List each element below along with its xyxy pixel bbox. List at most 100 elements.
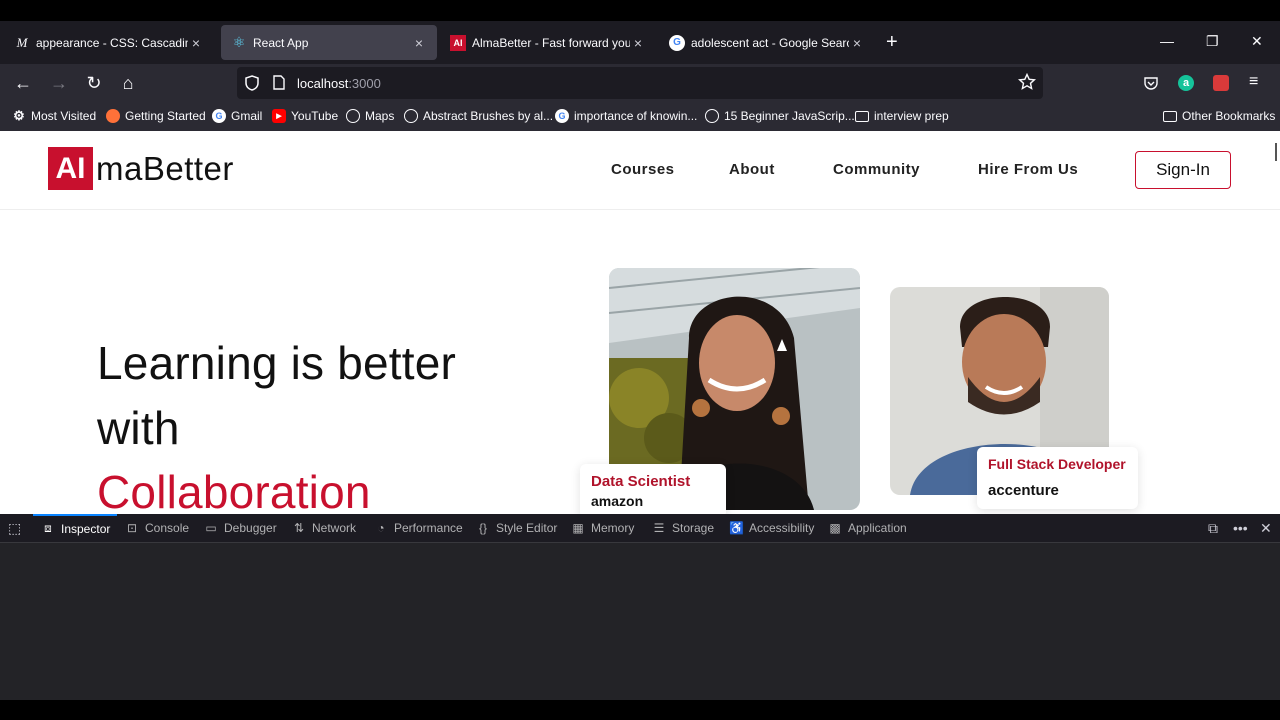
youtube-icon: ▶: [272, 109, 286, 123]
google-icon: G: [669, 34, 685, 51]
browser-window: M appearance - CSS: Cascading Style × ⚛ …: [0, 0, 1280, 720]
debugger-icon: ▭: [205, 521, 217, 535]
application-icon: ▩: [829, 521, 841, 535]
hero-line-2: with: [97, 402, 180, 454]
url-bar[interactable]: localhost:3000: [237, 67, 1043, 99]
navigation-toolbar: ← → ↻ ⌂ localhost:3000 a ≡: [0, 64, 1280, 102]
bookmark-abstract-brushes[interactable]: Abstract Brushes by al...: [404, 109, 553, 123]
devtools-tab-accessibility[interactable]: ♿ Accessibility: [729, 521, 814, 535]
back-button[interactable]: ←: [13, 73, 33, 93]
close-window-button[interactable]: ✕: [1251, 33, 1263, 50]
close-icon[interactable]: ×: [188, 35, 204, 51]
other-bookmarks[interactable]: Other Bookmarks: [1163, 109, 1275, 123]
bookmark-star-icon[interactable]: [1017, 72, 1037, 94]
nav-courses[interactable]: Courses: [611, 161, 675, 178]
page-icon: [273, 75, 285, 93]
tab-title: adolescent act - Google Search: [691, 35, 849, 50]
react-icon: ⚛: [232, 34, 246, 50]
tab-react-app[interactable]: ⚛ React App ×: [221, 25, 437, 60]
tab-strip: M appearance - CSS: Cascading Style × ⚛ …: [0, 21, 1280, 64]
menu-icon[interactable]: ≡: [1249, 73, 1258, 91]
data-scientist-tag: Data Scientist amazon: [580, 464, 726, 514]
bookmark-getting-started[interactable]: Getting Started: [106, 109, 206, 123]
bookmark-interview-prep[interactable]: interview prep: [855, 109, 949, 123]
close-icon[interactable]: ×: [630, 35, 646, 51]
bookmark-importance[interactable]: Gimportance of knowin...: [555, 109, 697, 123]
devtools-panel: ⬚ ⧈ Inspector ⊡ Console ▭ Debugger ⇅ Network…: [0, 514, 1280, 700]
globe-icon: [346, 109, 360, 123]
extension-icon[interactable]: [1213, 75, 1229, 91]
bookmark-youtube[interactable]: ▶ YouTube: [272, 109, 338, 123]
storage-icon: ☰: [653, 521, 665, 535]
google-icon: G: [212, 109, 226, 123]
devtools-tab-memory[interactable]: ▦ Memory: [571, 521, 634, 535]
company-label: accenture: [988, 482, 1059, 499]
devtools-tab-performance[interactable]: ◔ Performance: [374, 521, 462, 535]
bookmarks-toolbar: ⚙ Most Visited Getting Started G Gmail ▶ Yo…: [0, 102, 1280, 131]
sign-in-button[interactable]: Sign-In: [1135, 151, 1231, 189]
home-button[interactable]: ⌂: [118, 73, 138, 93]
devtools-tab-application[interactable]: ▩ Application: [828, 521, 906, 535]
devtools-tab-console[interactable]: ⊡ Console: [125, 521, 189, 535]
new-tab-button[interactable]: +: [886, 30, 898, 54]
bookmark-maps[interactable]: Maps: [346, 109, 394, 123]
logo-text: maBetter: [96, 149, 234, 187]
tab-title: appearance - CSS: Cascading Style: [36, 35, 188, 50]
almabetter-logo[interactable]: AI maBetter: [48, 147, 234, 190]
console-icon: ⊡: [126, 521, 138, 535]
google-icon: G: [555, 109, 569, 123]
forward-button[interactable]: →: [49, 73, 69, 93]
mouse-cursor: [777, 339, 787, 351]
role-label: Full Stack Developer: [988, 456, 1126, 472]
devtools-tab-storage[interactable]: ☰ Storage: [652, 521, 714, 535]
folder-icon: [855, 110, 869, 122]
inspector-icon: ⧈: [44, 521, 52, 535]
style-editor-icon: {}: [478, 521, 487, 535]
minimize-button[interactable]: —: [1160, 33, 1174, 49]
mdn-icon: M: [16, 34, 28, 50]
full-stack-developer-tag: Full Stack Developer accenture: [977, 447, 1138, 509]
more-options-icon[interactable]: •••: [1233, 520, 1248, 536]
performance-icon: ◔: [377, 521, 385, 535]
memory-icon: ▦: [572, 521, 584, 535]
tab-title: React App: [253, 35, 309, 50]
close-icon[interactable]: ×: [411, 35, 427, 51]
firefox-icon: [106, 109, 120, 123]
pocket-icon[interactable]: [1143, 75, 1159, 96]
globe-icon: [404, 109, 418, 123]
nav-hire-from-us[interactable]: Hire From Us: [978, 161, 1078, 178]
bookmark-gmail[interactable]: G Gmail: [212, 109, 262, 123]
bookmark-javascript[interactable]: 15 Beginner JavaScrip...: [705, 109, 855, 123]
hero-line-3: Collaboration: [97, 466, 371, 514]
tab-almabetter[interactable]: AI AlmaBetter - Fast forward your ca ×: [440, 25, 656, 60]
dock-icon[interactable]: ⧉: [1208, 520, 1218, 537]
company-label: amazon: [591, 493, 644, 509]
devtools-tab-inspector[interactable]: ⧈ Inspector: [41, 521, 110, 536]
element-picker-icon[interactable]: ⬚: [8, 520, 21, 537]
devtools-tab-network[interactable]: ⇅ Network: [292, 521, 356, 535]
bookmark-most-visited[interactable]: ⚙ Most Visited: [12, 108, 96, 123]
nav-about[interactable]: About: [729, 161, 775, 178]
network-icon: ⇅: [293, 521, 305, 535]
restore-button[interactable]: ❐: [1206, 33, 1219, 50]
role-label: Data Scientist: [591, 473, 691, 490]
devtools-toolbar: ⬚ ⧈ Inspector ⊡ Console ▭ Debugger ⇅ Network…: [0, 514, 1280, 543]
nav-community[interactable]: Community: [833, 161, 920, 178]
close-icon[interactable]: ×: [849, 35, 865, 51]
active-tab-indicator: [33, 514, 117, 516]
reload-button[interactable]: ↻: [84, 73, 104, 93]
tab-title: AlmaBetter - Fast forward your ca: [472, 35, 630, 50]
tab-mdn[interactable]: M appearance - CSS: Cascading Style ×: [4, 25, 214, 60]
devtools-tab-debugger[interactable]: ▭ Debugger: [204, 521, 276, 535]
site-header: AI maBetter Courses About Community Hire…: [0, 131, 1280, 210]
devtools-tab-style-editor[interactable]: {} Style Editor: [476, 521, 557, 535]
shield-icon[interactable]: [245, 75, 259, 94]
tab-google-search[interactable]: G adolescent act - Google Search ×: [659, 25, 875, 60]
scrollbar[interactable]: [1275, 143, 1277, 161]
logo-mark: AI: [48, 147, 93, 190]
page-viewport: AI maBetter Courses About Community Hire…: [0, 131, 1280, 514]
url-text[interactable]: localhost:3000: [297, 76, 381, 91]
globe-icon: [705, 109, 719, 123]
close-devtools-icon[interactable]: ✕: [1260, 520, 1272, 537]
grammarly-extension-icon[interactable]: a: [1178, 75, 1194, 91]
